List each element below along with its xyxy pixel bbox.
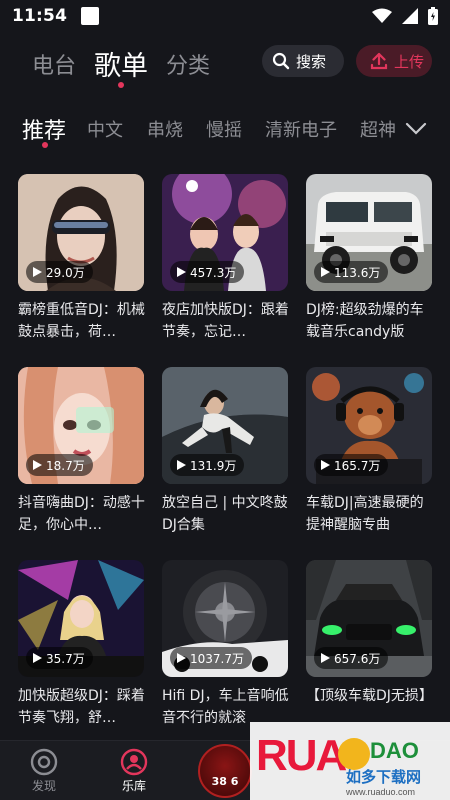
play-count: 35.7万 bbox=[26, 647, 93, 669]
playlist-title: 车载DJ|高速最硬的提神醒脑专曲 bbox=[306, 495, 424, 533]
playlist-card[interactable]: 35.7万 加快版超级DJ：踩着节奏飞翔，舒… bbox=[18, 560, 145, 729]
play-count: 113.6万 bbox=[314, 261, 389, 283]
nav-discover[interactable]: 发现 bbox=[14, 747, 74, 794]
now-playing-avatar[interactable]: 38 6 bbox=[198, 744, 252, 798]
playlist-card[interactable]: 1037.7万 Hifi DJ，车上音响低音不行的就滚 bbox=[162, 560, 289, 729]
play-icon bbox=[33, 460, 42, 470]
tab-radio[interactable]: 电台 bbox=[32, 48, 76, 80]
play-icon bbox=[321, 267, 330, 277]
category-tabs: 推荐 中文 串烧 慢摇 清新电子 超神 bbox=[0, 108, 450, 152]
playlist-cover: 131.9万 bbox=[162, 367, 288, 484]
wifi-icon bbox=[372, 8, 392, 23]
discover-icon bbox=[30, 748, 58, 776]
playlist-cover: 113.6万 bbox=[306, 174, 432, 291]
play-count: 29.0万 bbox=[26, 261, 93, 283]
top-tabs: 电台 歌单 分类 搜索 上传 bbox=[0, 40, 450, 96]
play-count: 131.9万 bbox=[170, 454, 245, 476]
play-icon bbox=[177, 653, 186, 663]
library-icon bbox=[120, 748, 148, 776]
tab-categories[interactable]: 分类 bbox=[166, 48, 210, 80]
play-count: 1037.7万 bbox=[170, 647, 252, 669]
nav-library-label: 乐库 bbox=[121, 779, 146, 793]
play-icon bbox=[321, 460, 330, 470]
play-count: 657.6万 bbox=[314, 647, 389, 669]
category-tab-slow-rock[interactable]: 慢摇 bbox=[206, 116, 242, 142]
playlist-card[interactable]: 18.7万 抖音嗨曲DJ：动感十足，你心中… bbox=[18, 367, 145, 536]
nav-discover-label: 发现 bbox=[31, 779, 56, 793]
playlist-card[interactable]: 457.3万 夜店加快版DJ：跟着节奏，忘记… bbox=[162, 174, 289, 343]
svg-text:如多下载网: 如多下载网 bbox=[346, 768, 421, 786]
playlist-title: 霸榜重低音DJ：机械鼓点暴击，荷… bbox=[18, 302, 145, 340]
play-icon bbox=[177, 267, 186, 277]
playlist-title: 抖音嗨曲DJ：动感十足，你心中… bbox=[18, 495, 145, 533]
chevron-down-icon[interactable] bbox=[404, 118, 428, 138]
status-bar: 11:54 bbox=[0, 0, 450, 32]
play-icon bbox=[177, 460, 186, 470]
playlist-cover: 457.3万 bbox=[162, 174, 288, 291]
svg-text:RUA: RUA bbox=[256, 731, 347, 780]
play-icon bbox=[321, 653, 330, 663]
status-time: 11:54 bbox=[12, 6, 68, 26]
watermark-logo: RUA DAO 如多下载网 www.ruaduo.com bbox=[250, 722, 450, 800]
playlist-cover: 29.0万 bbox=[18, 174, 144, 291]
upload-button[interactable]: 上传 bbox=[356, 45, 432, 77]
playlist-card[interactable]: 131.9万 放空自己 | 中文咚鼓DJ合集 bbox=[162, 367, 288, 536]
svg-text:www.ruaduo.com: www.ruaduo.com bbox=[345, 787, 415, 797]
avatar-text: 38 6 bbox=[211, 775, 239, 788]
upload-label: 上传 bbox=[394, 52, 425, 71]
playlist-card[interactable]: 113.6万 DJ榜:超级劲爆的车载音乐candy版 bbox=[306, 174, 432, 343]
category-tab-super[interactable]: 超神 bbox=[360, 116, 396, 142]
status-icons bbox=[372, 7, 438, 25]
battery-icon bbox=[428, 7, 438, 25]
playlist-card[interactable]: 165.7万 车载DJ|高速最硬的提神醒脑专曲 bbox=[306, 367, 432, 536]
playlist-cover: 165.7万 bbox=[306, 367, 432, 484]
search-label: 搜索 bbox=[296, 52, 327, 71]
category-tab-chinese[interactable]: 中文 bbox=[87, 116, 123, 142]
playlist-title: DJ榜:超级劲爆的车载音乐candy版 bbox=[306, 302, 424, 340]
category-tab-fresh-electronic[interactable]: 清新电子 bbox=[265, 116, 337, 142]
play-count: 457.3万 bbox=[170, 261, 245, 283]
play-icon bbox=[33, 653, 42, 663]
playlist-card[interactable]: 29.0万 霸榜重低音DJ：机械鼓点暴击，荷… bbox=[18, 174, 145, 343]
signal-icon bbox=[402, 8, 418, 24]
upload-icon bbox=[370, 52, 388, 70]
category-tab-medley[interactable]: 串烧 bbox=[147, 116, 183, 142]
notification-icon bbox=[81, 7, 100, 25]
playlist-cover: 657.6万 bbox=[306, 560, 432, 677]
playlist-cover: 35.7万 bbox=[18, 560, 144, 677]
playlist-title: 夜店加快版DJ：跟着节奏，忘记… bbox=[162, 302, 289, 340]
playlist-cover: 18.7万 bbox=[18, 367, 144, 484]
svg-text:DAO: DAO bbox=[370, 738, 419, 763]
search-icon bbox=[272, 52, 290, 70]
play-icon bbox=[33, 267, 42, 277]
play-count: 18.7万 bbox=[26, 454, 93, 476]
category-tab-recommend[interactable]: 推荐 bbox=[22, 113, 66, 145]
play-count: 165.7万 bbox=[314, 454, 389, 476]
search-button[interactable]: 搜索 bbox=[262, 45, 344, 77]
active-tab-indicator bbox=[118, 82, 124, 88]
playlist-title: 加快版超级DJ：踩着节奏飞翔，舒… bbox=[18, 688, 145, 726]
playlist-title: 放空自己 | 中文咚鼓DJ合集 bbox=[162, 495, 288, 533]
watermark: RUA DAO 如多下载网 www.ruaduo.com bbox=[250, 722, 450, 800]
active-category-indicator bbox=[42, 142, 48, 148]
playlist-card[interactable]: 657.6万 【顶级车载DJ无损】 bbox=[306, 560, 433, 729]
nav-library[interactable]: 乐库 bbox=[104, 747, 164, 794]
tab-playlists[interactable]: 歌单 bbox=[94, 44, 148, 83]
playlist-cover: 1037.7万 bbox=[162, 560, 288, 677]
